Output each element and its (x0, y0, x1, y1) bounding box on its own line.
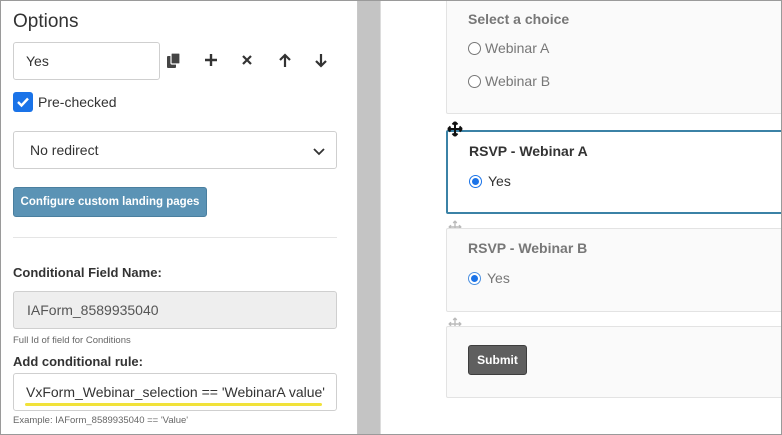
plus-icon[interactable] (202, 51, 220, 69)
submit-card: Submit (446, 326, 782, 398)
radio-button[interactable] (468, 41, 481, 55)
form-preview: Select a choice Webinar A Webinar B RSVP… (380, 0, 782, 435)
prechecked-label: Pre-checked (38, 94, 117, 110)
options-panel: Options Pre-checked No redirect Configur… (0, 0, 358, 435)
conditional-field-help: Full Id of field for Conditions (13, 335, 131, 346)
conditional-field-name-label: Conditional Field Name: (13, 265, 162, 280)
radio-button[interactable] (468, 74, 481, 88)
configure-landing-pages-button[interactable]: Configure custom landing pages (13, 187, 207, 217)
panel-gutter (358, 0, 380, 435)
arrow-up-icon[interactable] (276, 51, 294, 69)
chevron-down-icon (312, 144, 326, 161)
rsvp-webinar-b-title: RSVP - Webinar B (468, 240, 588, 256)
radio-label: Yes (487, 270, 510, 286)
conditional-rule-label: Add conditional rule: (13, 354, 143, 369)
redirect-select[interactable]: No redirect (13, 131, 337, 169)
copy-icon[interactable] (165, 51, 183, 69)
options-title: Options (13, 11, 79, 32)
choice-field-title: Select a choice (468, 11, 570, 27)
rsvp-webinar-a-card[interactable]: RSVP - Webinar A Yes (446, 130, 782, 214)
radio-label: Webinar B (485, 73, 551, 89)
divider (13, 237, 337, 238)
option-value-input[interactable] (13, 42, 160, 80)
submit-button[interactable]: Submit (468, 345, 527, 375)
move-icon[interactable] (447, 121, 463, 137)
close-icon[interactable] (238, 51, 256, 69)
radio-label: Webinar A (485, 40, 550, 56)
prechecked-row[interactable]: Pre-checked (13, 92, 117, 112)
radio-button-selected[interactable] (469, 174, 482, 188)
conditional-field-name-input[interactable]: IAForm_8589935040 (13, 291, 337, 329)
radio-option-yes[interactable]: Yes (468, 270, 510, 286)
radio-label: Yes (488, 173, 511, 189)
radio-option-webinar-b[interactable]: Webinar B (468, 73, 550, 89)
radio-option-webinar-a[interactable]: Webinar A (468, 40, 549, 56)
rsvp-webinar-b-card[interactable]: RSVP - Webinar B Yes (446, 228, 782, 312)
rsvp-webinar-a-title: RSVP - Webinar A (469, 143, 588, 159)
choice-field-card[interactable]: Select a choice Webinar A Webinar B (446, 0, 782, 114)
prechecked-checkbox[interactable] (13, 92, 33, 112)
radio-option-yes[interactable]: Yes (469, 173, 511, 189)
radio-button-selected[interactable] (468, 271, 481, 285)
arrow-down-icon[interactable] (312, 51, 330, 69)
highlight-underline (25, 403, 322, 406)
conditional-rule-example: Example: IAForm_8589935040 == 'Value' (13, 415, 189, 426)
redirect-select-value: No redirect (30, 142, 99, 158)
